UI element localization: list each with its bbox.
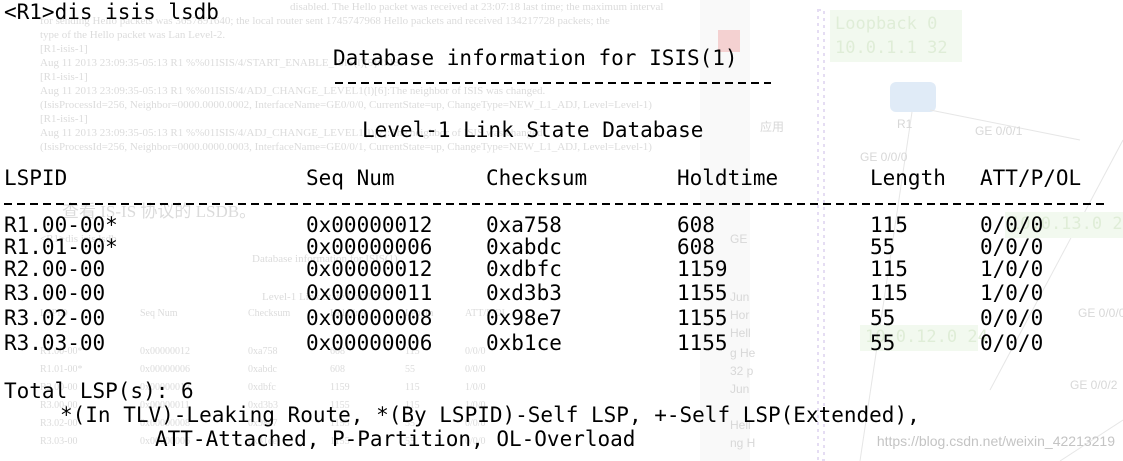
lspid-cell: R2.00-00 bbox=[4, 257, 106, 281]
background-line: (IsisProcessId=256, Neighbor=0000.0000.0… bbox=[40, 141, 652, 153]
checksum-cell: 0xabdc bbox=[486, 235, 562, 259]
title-underline bbox=[335, 82, 771, 84]
side-label: 32 p bbox=[730, 364, 754, 378]
table-row: R3.02-00 0x00000008 0x98e7 1155 55 0/0/0 bbox=[0, 308, 1123, 330]
loopback-label: Loopback 0 bbox=[835, 14, 938, 34]
flags-cell: 1/0/0 bbox=[980, 281, 1044, 305]
length-cell: 55 bbox=[870, 306, 896, 330]
holdtime-cell: 1155 bbox=[677, 331, 728, 355]
router-icon bbox=[890, 82, 936, 112]
flags-cell: 0/0/0 bbox=[980, 213, 1044, 237]
seq-num-cell: 0x00000006 bbox=[306, 331, 433, 355]
bg-cell: 0x00000006 bbox=[140, 364, 190, 375]
background-line: (IsisProcessId=256, Neighbor=0000.0000.0… bbox=[40, 99, 652, 111]
legend-line-1: *(In TLV)-Leaking Route, *(By LSPID)-Sel… bbox=[60, 403, 920, 427]
level-title: Level-1 Link State Database bbox=[362, 118, 704, 142]
checksum-cell: 0xa758 bbox=[486, 213, 562, 237]
bg-cell: 0xabdc bbox=[248, 364, 277, 375]
bg-cell: R3.03-00 bbox=[40, 436, 78, 447]
side-label: 应用 bbox=[760, 120, 785, 134]
column-header-seq-num: Seq Num bbox=[306, 166, 395, 190]
side-label: ng H bbox=[730, 436, 756, 450]
length-cell: 115 bbox=[870, 257, 908, 281]
length-cell: 115 bbox=[870, 213, 908, 237]
port-label: GE 0/0/1 bbox=[975, 124, 1023, 138]
lspid-cell: R3.03-00 bbox=[4, 331, 106, 355]
holdtime-cell: 1155 bbox=[677, 281, 728, 305]
lspid-cell: R3.00-00 bbox=[4, 281, 106, 305]
bg-cell: 608 bbox=[330, 364, 345, 375]
bg-cell: 1/0/0 bbox=[465, 382, 486, 393]
bg-cell: 0/0/0 bbox=[465, 364, 486, 375]
length-cell: 55 bbox=[870, 331, 896, 355]
bg-cell: 115 bbox=[405, 382, 420, 393]
seq-num-cell: 0x00000006 bbox=[306, 235, 433, 259]
checksum-cell: 0xd3b3 bbox=[486, 281, 562, 305]
screenshot-canvas: disabled. The Hello packet was received … bbox=[0, 0, 1123, 461]
checksum-cell: 0xb1ce bbox=[486, 331, 562, 355]
background-line: type of the Hello packet was Lan Level-2… bbox=[40, 29, 226, 41]
command-line: <R1>dis isis lsdb bbox=[4, 0, 219, 24]
port-label: GE 0/0/0 bbox=[860, 150, 908, 164]
length-cell: 55 bbox=[870, 235, 896, 259]
seq-num-cell: 0x00000012 bbox=[306, 213, 433, 237]
holdtime-cell: 608 bbox=[677, 213, 715, 237]
flags-cell: 0/0/0 bbox=[980, 235, 1044, 259]
table-row: R2.00-00 0x00000012 0xdbfc 1159 115 1/0/… bbox=[0, 259, 1123, 281]
side-label: Jun bbox=[730, 382, 750, 396]
legend-line-2: ATT-Attached, P-Partition, OL-Overload bbox=[155, 427, 636, 451]
background-line: Aug 11 2013 23:09:35-05:13 R1 %%01ISIS/4… bbox=[40, 85, 546, 97]
loopback-address: 10.0.1.1 32 bbox=[835, 38, 948, 58]
checksum-cell: 0x98e7 bbox=[486, 306, 562, 330]
header-separator bbox=[4, 203, 1104, 205]
column-header-length: Length bbox=[870, 166, 946, 190]
bg-cell: R1.01-00* bbox=[40, 364, 83, 375]
table-row: R3.00-00 0x00000011 0xd3b3 1155 115 1/0/… bbox=[0, 283, 1123, 305]
column-header-checksum: Checksum bbox=[486, 166, 588, 190]
column-header-holdtime: Holdtime bbox=[677, 166, 779, 190]
holdtime-cell: 1155 bbox=[677, 306, 728, 330]
checksum-cell: 0xdbfc bbox=[486, 257, 562, 281]
table-header: LSPID Seq Num Checksum Holdtime Length A… bbox=[0, 168, 1123, 190]
source-watermark: https://blog.csdn.net/weixin_42213219 bbox=[876, 433, 1115, 449]
bg-cell: 0xdbfc bbox=[248, 382, 276, 393]
lspid-cell: R3.02-00 bbox=[4, 306, 106, 330]
table-row: R3.03-00 0x00000006 0xb1ce 1155 55 0/0/0 bbox=[0, 333, 1123, 355]
seq-num-cell: 0x00000011 bbox=[306, 281, 433, 305]
total-lsp-count: Total LSP(s): 6 bbox=[4, 379, 194, 403]
length-cell: 115 bbox=[870, 281, 908, 305]
lspid-cell: R1.01-00* bbox=[4, 235, 118, 259]
table-row: R1.00-00* 0x00000012 0xa758 608 115 0/0/… bbox=[0, 215, 1123, 237]
lspid-cell: R1.00-00* bbox=[4, 213, 118, 237]
table-row: R1.01-00* 0x00000006 0xabdc 608 55 0/0/0 bbox=[0, 237, 1123, 259]
holdtime-cell: 608 bbox=[677, 235, 715, 259]
holdtime-cell: 1159 bbox=[677, 257, 728, 281]
column-header-flags: ATT/P/OL bbox=[980, 166, 1082, 190]
seq-num-cell: 0x00000012 bbox=[306, 257, 433, 281]
bg-cell: 1159 bbox=[330, 382, 350, 393]
router-label: R1 bbox=[897, 117, 913, 131]
flags-cell: 1/0/0 bbox=[980, 257, 1044, 281]
flags-cell: 0/0/0 bbox=[980, 331, 1044, 355]
port-label: GE 0/0/2 bbox=[1070, 378, 1118, 392]
column-header-lspid: LSPID bbox=[4, 166, 68, 190]
database-title: Database information for ISIS(1) bbox=[333, 46, 738, 70]
seq-num-cell: 0x00000008 bbox=[306, 306, 433, 330]
flags-cell: 0/0/0 bbox=[980, 306, 1044, 330]
bg-cell: 55 bbox=[405, 364, 415, 375]
